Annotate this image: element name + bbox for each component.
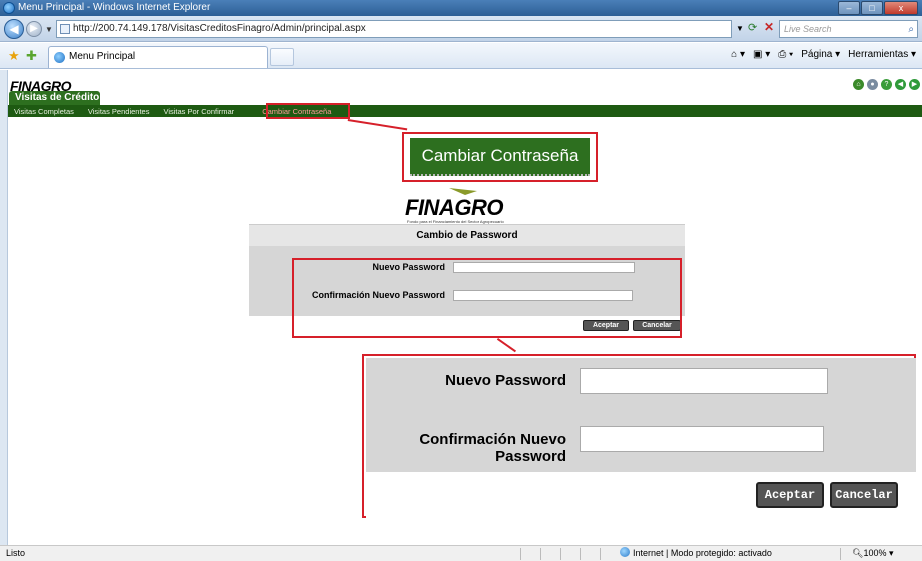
status-separator — [600, 548, 601, 560]
address-dropdown-icon[interactable]: ▼ — [736, 24, 744, 33]
search-placeholder: Live Search — [784, 24, 832, 34]
help-icon[interactable]: ? — [881, 79, 892, 90]
refresh-icon[interactable]: ⟳ — [748, 21, 757, 34]
main-menu: Visitas Completas Visitas Pendientes Vis… — [8, 105, 922, 117]
form-title: Cambio de Password — [249, 224, 685, 246]
zoom-icon: 🔍︎ — [852, 548, 864, 558]
print-icon[interactable]: ⎙ ▾ — [778, 49, 793, 60]
menu-item-visitas-por-confirmar[interactable]: Visitas Por Confirmar — [157, 107, 242, 116]
address-input[interactable]: http://200.74.149.178/VisitasCreditosFin… — [56, 20, 732, 38]
status-separator — [580, 548, 581, 560]
security-zone-text: Internet | Modo protegido: activado — [633, 548, 772, 558]
logo-swoosh-icon — [449, 188, 477, 195]
status-bar: Listo Internet | Modo protegido: activad… — [0, 545, 922, 561]
back-arrow-icon[interactable]: ◀ — [4, 19, 24, 39]
callout-line — [347, 119, 408, 131]
new-tab-button[interactable] — [270, 48, 294, 66]
security-zone[interactable]: Internet | Modo protegido: activado — [620, 546, 772, 561]
zoomed-new-password-label: Nuevo Password — [445, 372, 566, 389]
globe-icon — [620, 547, 630, 557]
status-separator — [840, 548, 841, 560]
stop-icon[interactable]: ✕ — [764, 20, 774, 34]
home-icon[interactable]: ⌂ ▾ — [731, 49, 745, 60]
home-icon[interactable]: ⌂ — [853, 79, 864, 90]
menu-item-visitas-pendientes[interactable]: Visitas Pendientes — [82, 107, 158, 116]
window-controls: – □ x — [838, 1, 918, 15]
page-content: FINAGRO ⌂ ● ? ◀ ▶ Visitas de Crédito Vis… — [8, 70, 922, 545]
highlight-form — [292, 258, 682, 338]
browser-window: Menu Principal - Windows Internet Explor… — [0, 0, 922, 561]
address-toolbar: ◀ ▶ ▼ http://200.74.149.178/VisitasCredi… — [0, 16, 922, 42]
menu-item-visitas-completas[interactable]: Visitas Completas — [8, 107, 82, 116]
zoomed-accept-button[interactable]: Aceptar — [756, 482, 824, 508]
tab-label: Menu Principal — [69, 51, 136, 62]
zoom-level: 100% — [863, 548, 887, 558]
maximize-button[interactable]: □ — [861, 1, 883, 15]
forward-circle-icon[interactable]: ▶ — [909, 79, 920, 90]
search-icon[interactable]: ⌕ — [908, 22, 914, 38]
address-url: http://200.74.149.178/VisitasCreditosFin… — [73, 23, 366, 34]
zoomed-form-callout: Nuevo Password Confirmación Nuevo Passwo… — [362, 354, 916, 518]
command-tools: ⌂ ▾ ▣ ▾ ⎙ ▾ Página ▾ Herramientas ▾ — [731, 49, 916, 60]
menu-section-title: Visitas de Crédito — [9, 91, 100, 105]
history-dropdown-icon[interactable]: ▼ — [45, 25, 53, 34]
center-logo: FINAGRO Fondo para el Financiamiento del… — [405, 187, 525, 224]
zoomed-confirm-password-field[interactable] — [580, 426, 824, 452]
zoomed-menu-callout: Cambiar Contraseña — [402, 132, 598, 182]
zoomed-menu-label: Cambiar Contraseña — [410, 138, 590, 176]
window-title: Menu Principal - Windows Internet Explor… — [18, 2, 211, 13]
forward-arrow-icon[interactable]: ▶ — [26, 21, 42, 37]
tools-menu[interactable]: Herramientas ▾ — [848, 49, 916, 60]
back-circle-icon[interactable]: ◀ — [895, 79, 906, 90]
page-icon — [60, 24, 70, 34]
status-separator — [540, 548, 541, 560]
add-favorite-icon[interactable]: ✚ — [26, 48, 37, 64]
tab-menu-principal[interactable]: Menu Principal — [48, 46, 268, 68]
page-menu[interactable]: Página ▾ — [801, 49, 840, 60]
status-separator — [520, 548, 521, 560]
zoomed-form-buttons: Aceptar Cancelar — [366, 472, 916, 518]
zoomed-confirm-password-label: Confirmación Nuevo Password — [419, 431, 566, 465]
favorites-star-icon[interactable]: ★ — [8, 48, 20, 64]
header-icons: ⌂ ● ? ◀ ▶ — [853, 79, 920, 90]
title-bar: Menu Principal - Windows Internet Explor… — [0, 0, 922, 16]
tab-page-icon — [54, 52, 65, 63]
callout-line — [496, 338, 517, 353]
zoomed-form-body: Nuevo Password Confirmación Nuevo Passwo… — [366, 358, 916, 472]
internet-explorer-icon — [3, 2, 15, 14]
zoomed-cancel-button[interactable]: Cancelar — [830, 482, 898, 508]
left-frame-border — [0, 70, 8, 545]
user-icon[interactable]: ● — [867, 79, 878, 90]
search-input[interactable]: Live Search ⌕ — [779, 20, 918, 38]
highlight-menu-item — [266, 103, 350, 119]
feeds-icon[interactable]: ▣ ▾ — [753, 49, 770, 60]
command-bar: ★ ✚ Menu Principal ⌂ ▾ ▣ ▾ ⎙ ▾ Página ▾ … — [0, 43, 922, 69]
zoomed-new-password-field[interactable] — [580, 368, 828, 394]
minimize-button[interactable]: – — [838, 1, 860, 15]
zoom-control[interactable]: 🔍︎100% ▾ — [852, 546, 894, 561]
status-text: Listo — [6, 548, 26, 558]
logo-text: FINAGRO — [405, 195, 503, 220]
close-button[interactable]: x — [884, 1, 918, 15]
status-separator — [560, 548, 561, 560]
